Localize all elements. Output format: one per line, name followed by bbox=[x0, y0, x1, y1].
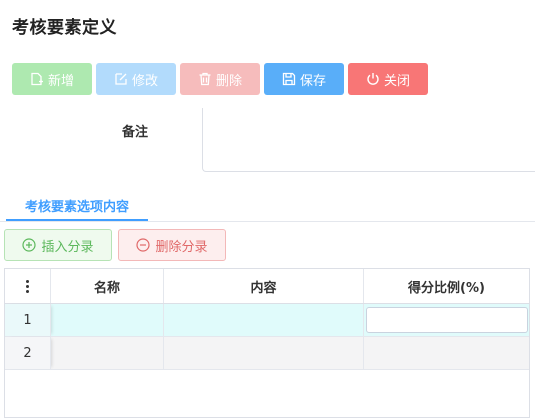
note-label: 备注 bbox=[122, 125, 149, 140]
edit-button-label: 修改 bbox=[131, 73, 158, 89]
trash-icon bbox=[199, 72, 211, 86]
column-header-name[interactable]: 名称 bbox=[51, 269, 164, 303]
delete-button[interactable]: 删除 bbox=[180, 63, 260, 95]
ratio-cell bbox=[364, 304, 529, 336]
tab-assessment-options[interactable]: 考核要素选项内容 bbox=[6, 191, 148, 221]
table-row[interactable]: 1 bbox=[5, 304, 529, 337]
save-button[interactable]: 保存 bbox=[264, 63, 344, 95]
row-index: 1 bbox=[5, 304, 51, 336]
column-header-content[interactable]: 内容 bbox=[164, 269, 364, 303]
row-index: 2 bbox=[5, 337, 51, 369]
more-vertical-icon bbox=[26, 279, 29, 293]
minus-circle-icon bbox=[136, 238, 151, 252]
name-cell[interactable] bbox=[51, 337, 164, 369]
save-icon bbox=[282, 72, 296, 86]
new-button[interactable]: 新增 bbox=[12, 63, 92, 95]
close-button-label: 关闭 bbox=[383, 73, 410, 89]
content-cell[interactable] bbox=[164, 337, 364, 369]
tab-bar: 考核要素选项内容 bbox=[0, 191, 535, 222]
table-row[interactable]: 2 bbox=[5, 337, 529, 370]
page-title: 考核要素定义 bbox=[12, 18, 117, 38]
column-menu[interactable] bbox=[5, 269, 51, 303]
delete-row-label: 删除分录 bbox=[155, 239, 208, 255]
new-button-label: 新增 bbox=[47, 73, 74, 89]
close-button[interactable]: 关闭 bbox=[348, 63, 428, 95]
insert-row-button[interactable]: 插入分录 bbox=[4, 229, 112, 261]
ratio-input[interactable] bbox=[365, 307, 528, 333]
edit-icon bbox=[115, 73, 127, 85]
power-icon bbox=[367, 73, 379, 85]
edit-button[interactable]: 修改 bbox=[96, 63, 176, 95]
save-button-label: 保存 bbox=[299, 73, 326, 89]
content-cell[interactable] bbox=[164, 304, 364, 336]
name-cell[interactable] bbox=[51, 304, 164, 336]
delete-button-label: 删除 bbox=[215, 73, 242, 89]
entries-table: 名称 内容 得分比例(%) 1 2 bbox=[4, 268, 530, 418]
note-field[interactable] bbox=[202, 108, 535, 172]
plus-circle-icon bbox=[22, 238, 37, 252]
add-file-icon bbox=[31, 72, 43, 86]
delete-row-button[interactable]: 删除分录 bbox=[118, 229, 226, 261]
table-header: 名称 内容 得分比例(%) bbox=[5, 269, 529, 304]
insert-row-label: 插入分录 bbox=[41, 239, 94, 255]
ratio-cell[interactable] bbox=[364, 337, 529, 369]
column-header-ratio[interactable]: 得分比例(%) bbox=[364, 269, 529, 303]
